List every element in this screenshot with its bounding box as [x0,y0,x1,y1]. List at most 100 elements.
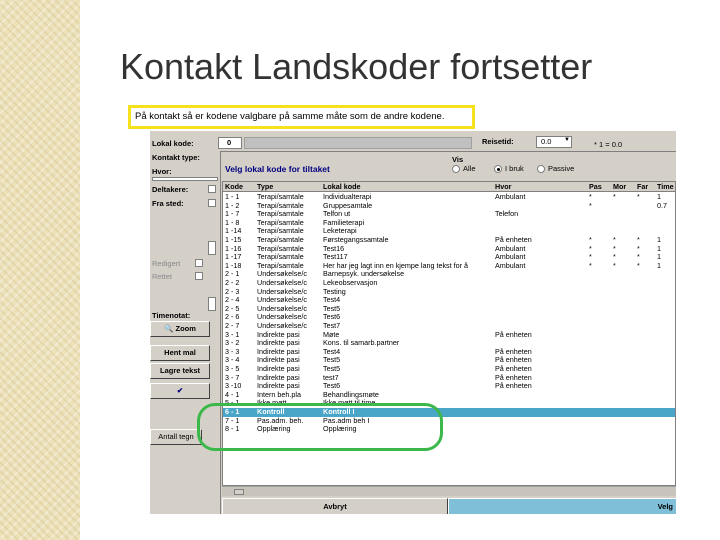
antall-tegn-button[interactable]: Antall tegn [150,429,202,445]
column-header-type[interactable]: Type [257,182,323,192]
cell-lokal-kode: Kons. til samarb.partner [323,339,400,348]
cell-lokal-kode: Testing [323,287,346,296]
table-row[interactable]: 2 - 4 Undersøkelse/c Test4 [223,296,675,305]
cell-kode: 7 - 1 [225,416,240,425]
table-row[interactable]: 3 - 3 Indirekte pasi Test4 På enheten [223,348,675,357]
table-row[interactable]: 1 - 8 Terapi/samtale Familieterapi [223,219,675,228]
cell-hvor: Ambulant [495,253,526,262]
cell-far: * [637,261,640,270]
table-row[interactable]: 2 - 3 Undersøkelse/c Testing [223,287,675,297]
lagre-tekst-button[interactable]: Lagre tekst [150,363,210,379]
radio-alle[interactable]: Alle [452,164,476,173]
radio-passive-circle[interactable] [537,164,545,173]
cell-hvor: Ambulant [495,244,526,253]
radio-i-bruk-circle[interactable] [494,164,502,173]
cell-type: Terapi/samtale [257,201,304,210]
spellcheck-button[interactable]: ✔ [150,383,210,399]
table-row[interactable]: 2 - 1 Undersøkelse/c Barnepsyk. undersøkel… [223,270,675,279]
cell-hvor: På enheten [495,365,532,373]
table-row[interactable]: 6 - 1 Kontroll Kontroll I [223,408,675,417]
select-button[interactable]: Velg [448,498,676,514]
cell-kode: 3 - 5 [225,365,240,373]
cell-lokal-kode: Test6 [323,382,341,391]
side-field-2[interactable] [208,297,216,311]
side-field[interactable] [208,241,216,255]
table-row[interactable]: 5 - 1 Ikke møtt Ikke møtt til time [223,399,675,408]
fra-sted-dropdown[interactable] [208,199,216,207]
table-row[interactable]: 4 - 1 Intern beh.pla Behandlingsmøte [223,391,675,400]
redigert-label: Redigert [152,259,181,268]
radio-i-bruk[interactable]: I bruk [494,164,524,173]
column-header-mor[interactable]: Mor [613,182,637,192]
cell-lokal-kode: Telfon ut [323,210,351,219]
zoom-button[interactable]: 🔍 Zoom [150,321,210,337]
cell-kode: 1 -16 [225,244,242,253]
dialog-footer: Avbryt Velg [222,498,676,514]
cell-lokal-kode: Test6 [323,313,341,322]
table-row[interactable]: 2 - 6 Undersøkelse/c Test6 [223,313,675,322]
cell-pas: * [589,193,592,201]
column-header-kode[interactable]: Kode [225,182,257,192]
hent-mal-button[interactable]: Hent mal [150,345,210,361]
reisetid-label: Reisetid: [482,137,514,146]
table-row[interactable]: 1 -14 Terapi/samtale Leketerapi [223,227,675,236]
cell-lokal-kode: Individualterapi [323,193,372,201]
cell-pas: * [589,253,592,262]
cell-hvor: Ambulant [495,261,526,270]
cell-type: Undersøkelse/c [257,296,307,305]
reisetid-field[interactable]: 0.0 ▼ [536,136,572,148]
column-header-hvor[interactable]: Hvor [495,182,589,192]
rettet-label: Rettet [152,272,173,281]
table-row[interactable]: 3 -10 Indirekte pasi Test6 På enheten [223,382,675,391]
column-header-far[interactable]: Far [637,182,657,192]
redigert-checkbox[interactable] [195,259,203,267]
table-row[interactable]: 3 - 1 Indirekte pasi Møte På enheten [223,331,675,340]
table-row[interactable]: 3 - 2 Indirekte pasi Kons. til samarb.part… [223,339,675,348]
table-row[interactable]: 1 - 2 Terapi/samtale Gruppesamtale * 0.7 [223,201,675,211]
cell-far: * [637,253,640,262]
table-row[interactable]: 2 - 7 Undersøkelse/c Test7 [223,322,675,331]
radio-alle-circle[interactable] [452,164,460,173]
cell-type: Terapi/samtale [257,210,304,219]
cell-kode: 3 - 4 [225,356,240,365]
chevron-down-icon[interactable]: ▼ [564,137,570,143]
deltakere-checkbox[interactable] [208,185,216,193]
cell-lokal-kode: Pas.adm beh I [323,416,370,425]
cell-time: 1 [657,244,661,253]
cell-lokal-kode: Barnepsyk. undersøkelse [323,270,405,279]
table-row[interactable]: 8 - 1 Opplæring Opplæring [223,425,675,434]
table-row[interactable]: 3 - 4 Indirekte pasi Test5 På enheten [223,356,675,365]
hvor-field[interactable] [152,177,218,181]
table-row[interactable]: 2 - 2 Undersøkelse/c Lekeobservasjon [223,279,675,288]
radio-passive[interactable]: Passive [537,164,574,173]
table-row[interactable]: 1 -16 Terapi/samtale Test16 Ambulant * * * 1 [223,244,675,254]
cell-type: Kontroll [257,408,285,416]
cell-kode: 1 -17 [225,253,242,262]
table-row[interactable]: 7 - 1 Pas.adm. beh. Pas.adm beh I [223,416,675,426]
table-row[interactable]: 1 -18 Terapi/samtale Her har jeg lagt inn … [223,261,675,271]
table-row[interactable]: 3 - 5 Indirekte pasi Test5 På enheten [223,365,675,374]
scrollbar-thumb[interactable] [234,489,244,495]
column-header-pas[interactable]: Pas [589,182,613,192]
rettet-checkbox[interactable] [195,272,203,280]
lokal-kode-field[interactable]: 0 [218,137,242,149]
cell-type: Undersøkelse/c [257,279,307,287]
column-header-lokal-kode[interactable]: Lokal kode [323,182,495,192]
table-row[interactable]: 1 -17 Terapi/samtale Test117 Ambulant * * * 1 [223,253,675,262]
table-row[interactable]: 1 -15 Terapi/samtale Førstegangssamtale På … [223,236,675,245]
cell-kode: 5 - 1 [225,399,240,408]
column-header-time[interactable]: Time [657,182,675,192]
cell-pas: * [589,261,592,270]
horizontal-scrollbar[interactable] [222,486,676,496]
table-row[interactable]: 1 - 1 Terapi/samtale Individualterapi Ambul… [223,193,675,202]
table-row[interactable]: 2 - 5 Undersøkelse/c Test5 [223,305,675,314]
select-local-code-dialog: Velg lokal kode for tiltaket Vis Alle I … [220,151,676,514]
cancel-button[interactable]: Avbryt [222,498,448,514]
cell-type: Pas.adm. beh. [257,416,304,425]
cell-lokal-kode: Ikke møtt til time [323,399,376,408]
cell-pas: * [589,244,592,253]
cell-lokal-kode: Test5 [323,365,341,373]
table-row[interactable]: 1 - 7 Terapi/samtale Telfon ut Telefon [223,210,675,219]
table-row[interactable]: 3 - 7 Indirekte pasi test7 På enheten [223,374,675,383]
cell-time: 0.7 [657,201,667,210]
